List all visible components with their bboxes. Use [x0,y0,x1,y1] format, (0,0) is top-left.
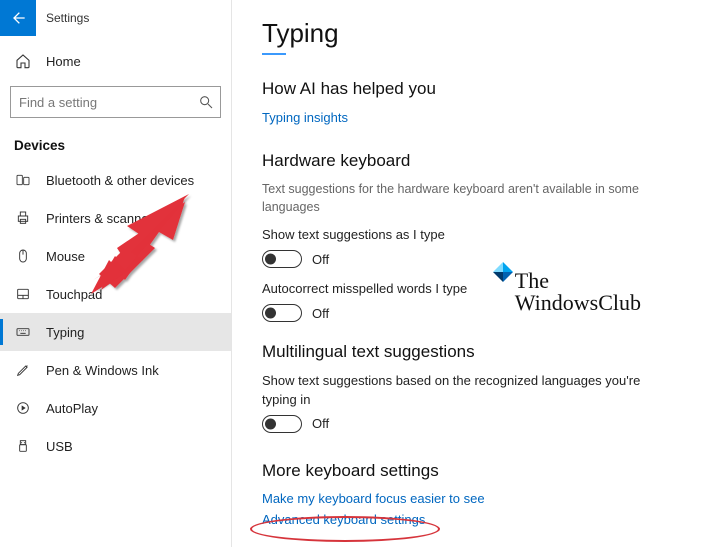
back-arrow-icon [10,10,26,26]
sidebar-item-label: Mouse [46,249,85,264]
setting-label: Show text suggestions as I type [262,226,671,244]
section-ai: How AI has helped you Typing insights [262,79,671,131]
toggle-multilingual[interactable] [262,415,302,433]
back-button[interactable] [0,0,36,36]
search-wrap [0,80,231,124]
toggle-autocorrect[interactable] [262,304,302,322]
home-icon [14,52,32,70]
toggle-state: Off [312,416,329,431]
toggle-state: Off [312,306,329,321]
sidebar: Settings Home Devices Bluetooth & oth [0,0,232,547]
sidebar-item-label: Typing [46,325,84,340]
sidebar-item-home[interactable]: Home [0,42,231,80]
section-heading: Multilingual text suggestions [262,342,671,362]
sidebar-item-printers[interactable]: Printers & scanners [0,199,231,237]
sidebar-item-usb[interactable]: USB [0,427,231,465]
search-input[interactable] [11,87,220,117]
search-box[interactable] [10,86,221,118]
category-label: Devices [0,124,231,161]
sidebar-item-label: Printers & scanners [46,211,159,226]
section-heading: Hardware keyboard [262,151,671,171]
search-icon [198,94,214,110]
section-desc: Text suggestions for the hardware keyboa… [262,181,671,216]
setting-label: Show text suggestions based on the recog… [262,372,671,408]
content-pane: Typing How AI has helped you Typing insi… [232,0,701,547]
sidebar-item-pen[interactable]: Pen & Windows Ink [0,351,231,389]
sidebar-item-touchpad[interactable]: Touchpad [0,275,231,313]
touchpad-icon [14,285,32,303]
autoplay-icon [14,399,32,417]
setting-label: Autocorrect misspelled words I type [262,280,671,298]
topbar: Settings [0,0,231,36]
sidebar-item-label: Touchpad [46,287,102,302]
sidebar-item-mouse[interactable]: Mouse [0,237,231,275]
sidebar-item-label: AutoPlay [46,401,98,416]
setting-show-suggestions: Show text suggestions as I type Off [262,226,671,268]
section-multilingual: Multilingual text suggestions Show text … [262,342,671,432]
setting-multilingual: Show text suggestions based on the recog… [262,372,671,432]
title-underline [262,53,286,55]
toggle-state: Off [312,252,329,267]
sidebar-item-typing[interactable]: Typing [0,313,231,351]
page-title: Typing [262,18,671,49]
app-title: Settings [46,11,89,25]
advanced-keyboard-link[interactable]: Advanced keyboard settings [262,512,671,527]
toggle-show-suggestions[interactable] [262,250,302,268]
section-heading: How AI has helped you [262,79,671,99]
section-hardware: Hardware keyboard Text suggestions for t… [262,151,671,322]
typing-insights-link[interactable]: Typing insights [262,110,348,125]
bluetooth-devices-icon [14,171,32,189]
pen-icon [14,361,32,379]
mouse-icon [14,247,32,265]
sidebar-item-label: Pen & Windows Ink [46,363,159,378]
usb-icon [14,437,32,455]
printer-icon [14,209,32,227]
section-more: More keyboard settings Make my keyboard … [262,461,671,527]
section-heading: More keyboard settings [262,461,671,481]
focus-easier-link[interactable]: Make my keyboard focus easier to see [262,491,671,506]
sidebar-item-autoplay[interactable]: AutoPlay [0,389,231,427]
nav-list: Bluetooth & other devices Printers & sca… [0,161,231,465]
sidebar-item-label: USB [46,439,73,454]
setting-autocorrect: Autocorrect misspelled words I type Off [262,280,671,322]
sidebar-item-bluetooth[interactable]: Bluetooth & other devices [0,161,231,199]
keyboard-icon [14,323,32,341]
home-label: Home [46,54,81,69]
sidebar-item-label: Bluetooth & other devices [46,173,194,188]
